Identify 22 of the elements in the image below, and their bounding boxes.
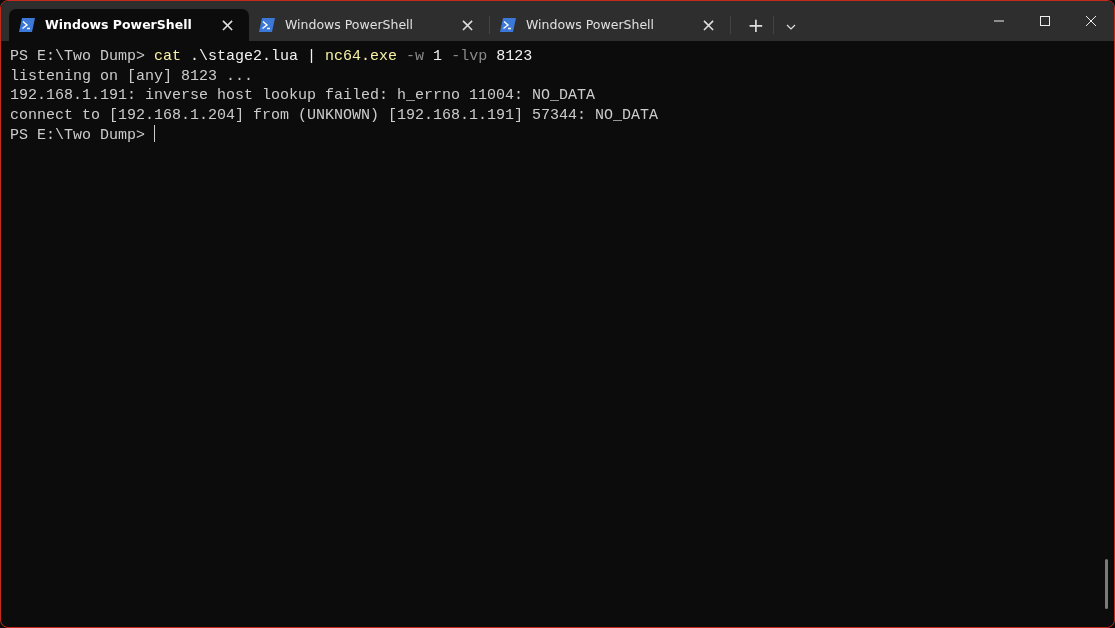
- chevron-down-icon: [786, 23, 796, 30]
- terminal-line: 192.168.1.191: inverse host lookup failed: h_errno 11004: NO_DATA: [10, 86, 597, 106]
- powershell-icon: [19, 18, 35, 32]
- tab-title: Windows PowerShell: [285, 15, 415, 34]
- terminal-line: PS E:\Two Dump>: [10, 125, 1105, 146]
- terminal-line: listening on [any] 8123 ...: [10, 66, 255, 86]
- scrollbar-thumb[interactable]: [1105, 559, 1108, 609]
- tab-title: Windows PowerShell: [526, 15, 656, 34]
- terminal-line: PS E:\Two Dump> cat .\stage2.lua | nc64.exe -w 1 -lvp 8123: [10, 47, 534, 67]
- powershell-icon: [259, 18, 275, 32]
- terminal-line: connect to [192.168.1.204] from (UNKNOWN) [192.168.1.191] 57344: NO_DATA: [10, 105, 660, 125]
- tab[interactable]: Windows PowerShell ×: [490, 9, 730, 41]
- tab[interactable]: Windows PowerShell ×: [249, 9, 489, 41]
- tab[interactable]: Windows PowerShell ×: [9, 9, 249, 41]
- close-tab-button[interactable]: ×: [215, 16, 239, 34]
- maximize-icon: [1040, 16, 1050, 26]
- close-tab-button[interactable]: ×: [455, 16, 479, 34]
- powershell-icon: [500, 18, 516, 32]
- new-tab-button[interactable]: +: [739, 9, 773, 41]
- close-icon: [1086, 16, 1096, 26]
- tab-title: Windows PowerShell: [45, 15, 193, 34]
- close-tab-button[interactable]: ×: [696, 16, 720, 34]
